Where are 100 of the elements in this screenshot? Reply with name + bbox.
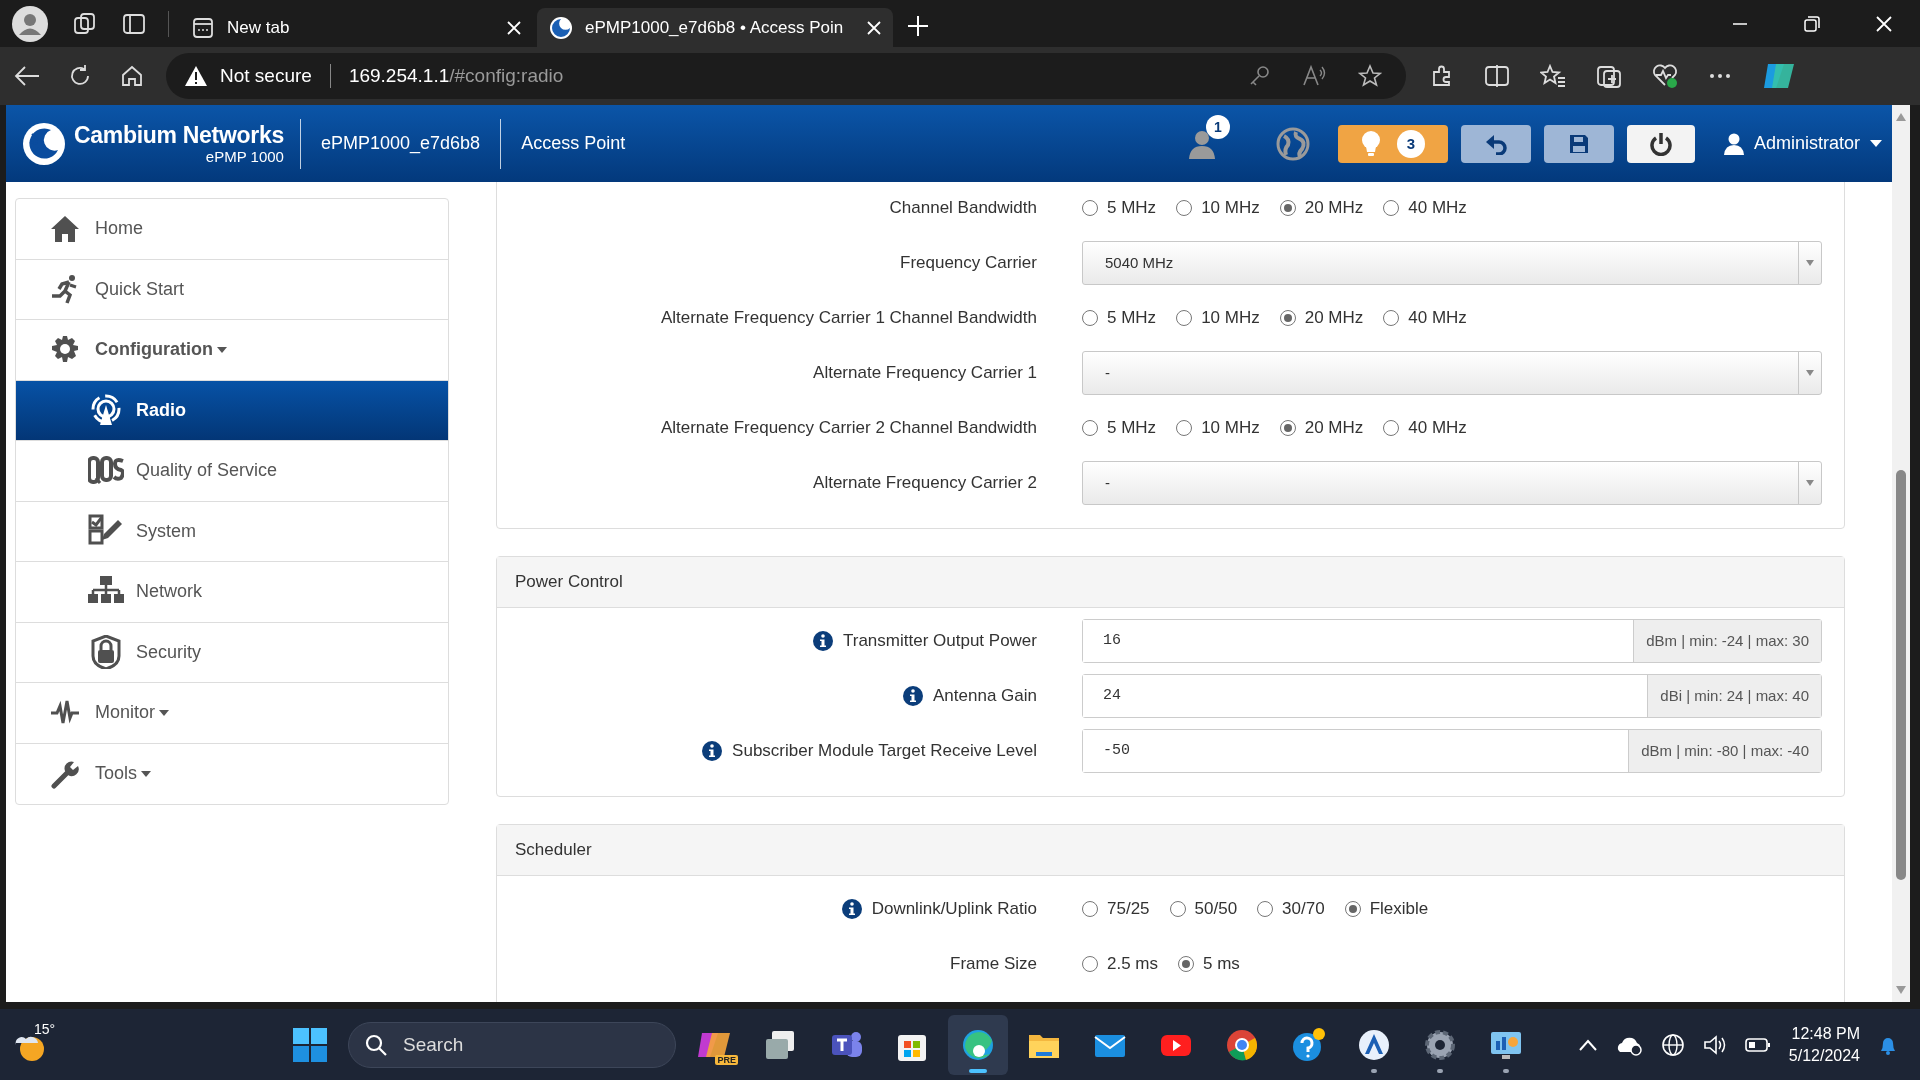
radio-label[interactable]: 20 MHz: [1304, 307, 1364, 328]
radio-label[interactable]: 20 MHz: [1304, 417, 1364, 438]
radio-label[interactable]: 40 MHz: [1408, 307, 1467, 328]
search-input[interactable]: Search: [401, 1032, 625, 1057]
radio-button[interactable]: [1383, 309, 1400, 326]
radio-button[interactable]: [1082, 309, 1098, 326]
number-field[interactable]: 24 dBi | min: 24 | max: 40: [1082, 673, 1822, 718]
radio-label[interactable]: 20 MHz: [1304, 197, 1364, 218]
close-icon[interactable]: [867, 20, 881, 35]
radio-label[interactable]: 10 MHz: [1201, 307, 1260, 328]
health-icon[interactable]: [1652, 63, 1678, 89]
field-label: Downlink/Uplink Ratio: [871, 898, 1037, 919]
power-button[interactable]: [1626, 124, 1695, 163]
sidebar-item[interactable]: Security: [16, 622, 448, 683]
chevron-up-icon[interactable]: [1578, 1038, 1597, 1051]
radio-button[interactable]: [1279, 199, 1296, 216]
alerts-button[interactable]: 3: [1337, 124, 1448, 163]
number-field[interactable]: -50 dBm | min: -80 | max: -40: [1082, 728, 1822, 773]
radio-label[interactable]: 30/70: [1282, 898, 1325, 919]
battery-icon[interactable]: [1744, 1036, 1771, 1053]
radio-label[interactable]: 75/25: [1107, 898, 1150, 919]
sidebar-item[interactable]: Quick Start: [16, 259, 448, 320]
field-label: Alternate Frequency Carrier 1: [813, 362, 1037, 383]
security-warning[interactable]: Not secure: [220, 65, 312, 87]
radio-button[interactable]: [1178, 955, 1195, 972]
radio-label[interactable]: 40 MHz: [1408, 197, 1467, 218]
radio-button[interactable]: [1176, 309, 1193, 326]
radio-button[interactable]: [1279, 309, 1296, 326]
temperature[interactable]: 15°: [34, 1020, 56, 1037]
search-field[interactable]: Search: [348, 1021, 676, 1068]
radio-button[interactable]: [1279, 419, 1296, 436]
dropdown[interactable]: -: [1082, 350, 1822, 395]
sidebar-item[interactable]: Network: [16, 562, 448, 623]
globe-icon[interactable]: [1660, 1032, 1685, 1057]
radio-label[interactable]: 10 MHz: [1201, 417, 1260, 438]
clock-time[interactable]: 12:48 PM: [1791, 1022, 1860, 1045]
radio-button[interactable]: [1383, 419, 1400, 436]
reload-icon[interactable]: [68, 64, 92, 88]
key-icon[interactable]: [1248, 64, 1272, 88]
profile-icon[interactable]: [12, 5, 48, 42]
radio-label[interactable]: 10 MHz: [1201, 197, 1260, 218]
radio-label[interactable]: 50/50: [1194, 898, 1238, 919]
user-menu[interactable]: Administrator: [1723, 132, 1882, 155]
url-text[interactable]: 169.254.1.1/#config:radio: [348, 65, 1236, 87]
browser-tab[interactable]: New tab: [179, 8, 533, 47]
collections-icon[interactable]: [1596, 63, 1622, 89]
radio-button[interactable]: [1082, 419, 1098, 436]
radio-label[interactable]: Flexible: [1369, 898, 1429, 919]
sidebar-item[interactable]: Home: [16, 199, 448, 260]
number-field[interactable]: 16 dBm | min: -24 | max: 30: [1082, 618, 1822, 663]
save-button[interactable]: [1543, 124, 1614, 163]
split-screen-icon[interactable]: [1484, 64, 1510, 88]
sidebar-item[interactable]: Configuration: [16, 320, 448, 381]
undo-button[interactable]: [1460, 124, 1531, 163]
info-icon[interactable]: [841, 898, 862, 919]
radio-button[interactable]: [1176, 419, 1193, 436]
radio-label[interactable]: 5 MHz: [1107, 417, 1157, 438]
favorites-icon[interactable]: [1540, 64, 1566, 88]
dropdown[interactable]: -: [1082, 460, 1822, 505]
radio-button[interactable]: [1082, 900, 1098, 917]
taskbar-app[interactable]: PRE: [684, 1014, 744, 1075]
more-icon[interactable]: [1708, 72, 1732, 80]
taskbar-app[interactable]: [948, 1014, 1008, 1075]
users-icon[interactable]: [1187, 128, 1216, 159]
star-icon[interactable]: [1358, 64, 1382, 88]
sidebar-item[interactable]: Radio: [16, 380, 448, 441]
sidebar-item[interactable]: Monitor: [16, 683, 448, 744]
sidebar-item[interactable]: Tools: [16, 743, 448, 804]
dropdown[interactable]: 5040 MHz: [1082, 240, 1822, 285]
radio-button[interactable]: [1169, 900, 1186, 917]
clock-date[interactable]: 5/12/2024: [1788, 1044, 1860, 1067]
sidebar-item[interactable]: Quality of Service: [16, 441, 448, 502]
radio-label[interactable]: 5 ms: [1203, 953, 1240, 974]
radio-button[interactable]: [1082, 955, 1098, 972]
info-icon[interactable]: [813, 630, 833, 651]
close-icon[interactable]: [507, 20, 521, 35]
read-aloud-icon[interactable]: [1302, 64, 1328, 88]
radio-button[interactable]: [1257, 900, 1274, 917]
tab-actions-icon[interactable]: [122, 11, 146, 36]
radio-label[interactable]: 5 MHz: [1107, 197, 1157, 218]
speaker-icon[interactable]: [1702, 1033, 1727, 1056]
radio-button[interactable]: [1176, 199, 1193, 216]
workspaces-icon[interactable]: [72, 10, 98, 37]
radio-label[interactable]: 2.5 ms: [1107, 953, 1159, 974]
radio-button[interactable]: [1344, 900, 1361, 917]
address-bar[interactable]: Not secure 169.254.1.1/#config:radio: [166, 53, 1406, 99]
info-icon[interactable]: [702, 740, 723, 761]
back-icon[interactable]: [14, 65, 40, 87]
radio-button[interactable]: [1383, 199, 1400, 216]
info-icon[interactable]: [903, 685, 924, 706]
radio-label[interactable]: 5 MHz: [1107, 307, 1157, 328]
windows-start-icon[interactable]: [292, 1026, 328, 1063]
new-tab-icon[interactable]: [907, 15, 929, 37]
home-icon[interactable]: [120, 64, 144, 88]
radio-label[interactable]: 40 MHz: [1408, 417, 1467, 438]
restore-icon[interactable]: [1804, 15, 1820, 32]
radio-button[interactable]: [1082, 199, 1098, 216]
browser-tab[interactable]: ePMP1000_e7d6b8 • Access Poin: [537, 8, 893, 47]
close-icon[interactable]: [1876, 15, 1892, 32]
sidebar-item[interactable]: System: [16, 501, 448, 562]
